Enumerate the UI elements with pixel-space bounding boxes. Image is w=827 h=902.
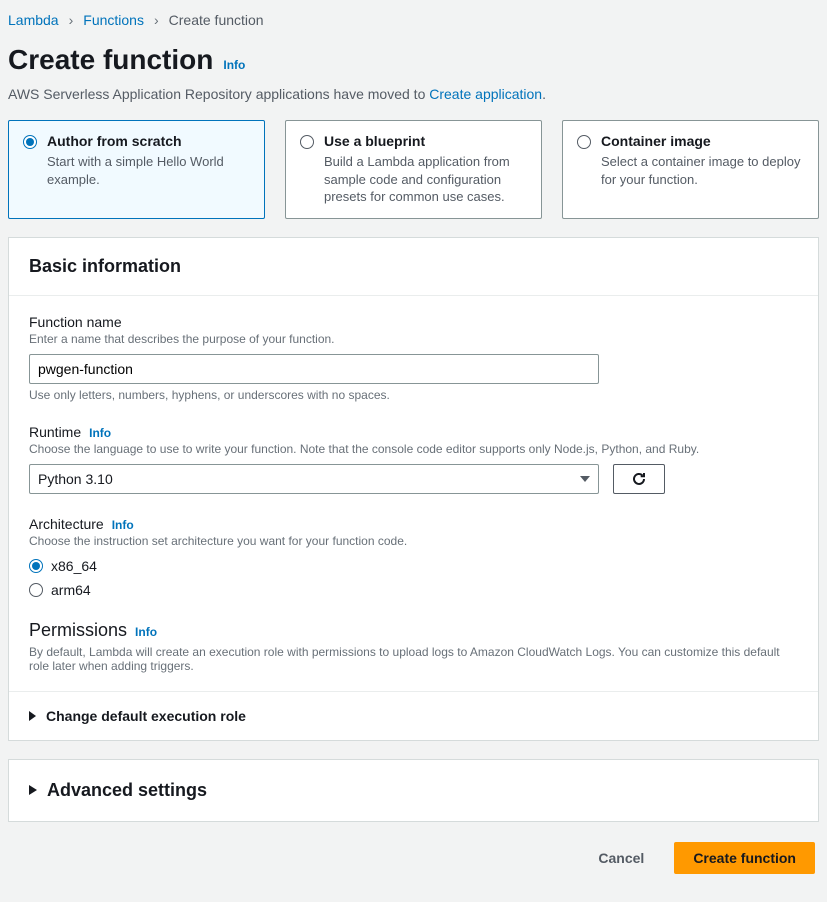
footer-actions: Cancel Create function: [8, 822, 819, 882]
cancel-button[interactable]: Cancel: [580, 842, 662, 874]
chevron-right-icon: ›: [69, 12, 74, 28]
triangle-right-icon: [29, 785, 37, 795]
runtime-label: Runtime: [29, 424, 81, 440]
arch-option-x86-64[interactable]: x86_64: [29, 558, 798, 574]
create-function-button[interactable]: Create function: [674, 842, 815, 874]
banner-suffix: .: [542, 86, 546, 102]
runtime-select[interactable]: Python 3.10: [29, 464, 599, 494]
exec-role-toggle[interactable]: Change default execution role: [29, 708, 798, 724]
function-name-input[interactable]: [29, 354, 599, 384]
runtime-help: Choose the language to use to write your…: [29, 442, 798, 456]
architecture-help: Choose the instruction set architecture …: [29, 534, 798, 548]
option-title: Container image: [601, 133, 804, 149]
refresh-button[interactable]: [613, 464, 665, 494]
advanced-panel: Advanced settings: [8, 759, 819, 822]
radio-icon: [29, 583, 43, 597]
function-name-hint: Use only letters, numbers, hyphens, or u…: [29, 388, 798, 402]
radio-icon: [23, 135, 37, 149]
option-title: Author from scratch: [47, 133, 250, 149]
banner: AWS Serverless Application Repository ap…: [8, 76, 819, 120]
banner-link-create-application[interactable]: Create application: [429, 86, 542, 102]
exec-role-expander: Change default execution role: [9, 691, 818, 740]
exec-role-label: Change default execution role: [46, 708, 246, 724]
caret-down-icon: [580, 476, 590, 482]
runtime-value: Python 3.10: [38, 471, 113, 487]
radio-icon: [300, 135, 314, 149]
option-desc: Select a container image to deploy for y…: [601, 153, 804, 188]
arch-option-label: x86_64: [51, 558, 97, 574]
runtime-field: Runtime Info Choose the language to use …: [29, 424, 798, 494]
permissions-label: Permissions: [29, 620, 127, 641]
page-title: Create function: [8, 44, 213, 76]
basic-info-header: Basic information: [29, 256, 798, 277]
radio-icon: [29, 559, 43, 573]
refresh-icon: [631, 471, 647, 487]
triangle-right-icon: [29, 711, 36, 721]
creation-options: Author from scratch Start with a simple …: [8, 120, 819, 219]
architecture-info-link[interactable]: Info: [112, 518, 134, 532]
option-container-image[interactable]: Container image Select a container image…: [562, 120, 819, 219]
breadcrumb: Lambda › Functions › Create function: [8, 8, 819, 44]
option-author-from-scratch[interactable]: Author from scratch Start with a simple …: [8, 120, 265, 219]
breadcrumb-functions[interactable]: Functions: [83, 12, 144, 28]
architecture-label: Architecture: [29, 516, 104, 532]
permissions-field: Permissions Info By default, Lambda will…: [29, 620, 798, 673]
breadcrumb-current: Create function: [169, 12, 264, 28]
option-desc: Start with a simple Hello World example.: [47, 153, 250, 188]
option-use-blueprint[interactable]: Use a blueprint Build a Lambda applicati…: [285, 120, 542, 219]
permissions-info-link[interactable]: Info: [135, 625, 157, 639]
architecture-field: Architecture Info Choose the instruction…: [29, 516, 798, 598]
page-info-link[interactable]: Info: [223, 58, 245, 72]
function-name-help: Enter a name that describes the purpose …: [29, 332, 798, 346]
arch-option-label: arm64: [51, 582, 91, 598]
function-name-label: Function name: [29, 314, 798, 330]
option-desc: Build a Lambda application from sample c…: [324, 153, 527, 206]
radio-icon: [577, 135, 591, 149]
runtime-info-link[interactable]: Info: [89, 426, 111, 440]
basic-info-panel: Basic information Function name Enter a …: [8, 237, 819, 741]
breadcrumb-lambda[interactable]: Lambda: [8, 12, 59, 28]
advanced-label: Advanced settings: [47, 780, 207, 801]
function-name-field: Function name Enter a name that describe…: [29, 314, 798, 402]
option-title: Use a blueprint: [324, 133, 527, 149]
arch-option-arm64[interactable]: arm64: [29, 582, 798, 598]
chevron-right-icon: ›: [154, 12, 159, 28]
banner-text: AWS Serverless Application Repository ap…: [8, 86, 429, 102]
permissions-help: By default, Lambda will create an execut…: [29, 645, 798, 673]
advanced-toggle[interactable]: Advanced settings: [29, 780, 798, 801]
